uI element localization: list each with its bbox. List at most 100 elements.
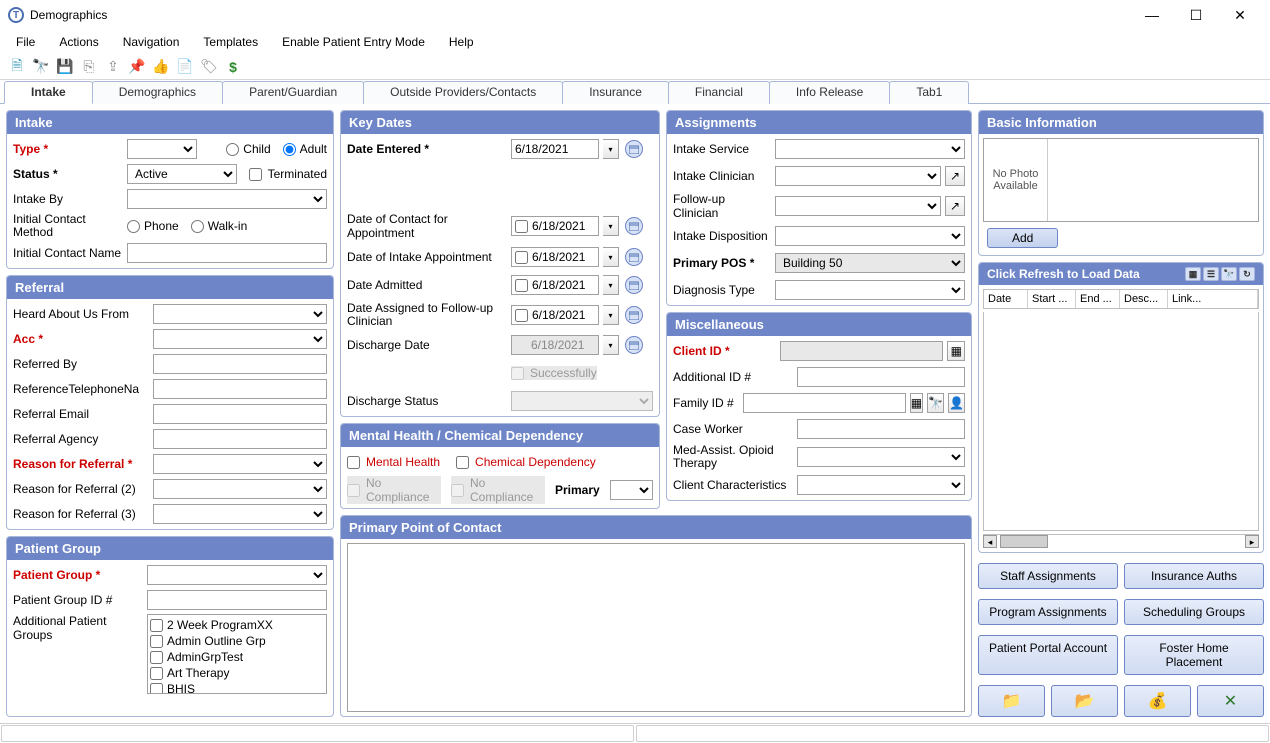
doc-icon[interactable]: 📄	[176, 58, 194, 76]
followup-clinician-select[interactable]	[775, 196, 941, 216]
calendar-icon[interactable]	[625, 306, 643, 324]
list-icon[interactable]: ☰	[1203, 267, 1219, 281]
grid-icon[interactable]: ▦	[1185, 267, 1201, 281]
followup-date-field[interactable]: 6/18/2021	[511, 305, 599, 325]
menu-help[interactable]: Help	[439, 32, 484, 52]
tab-parent[interactable]: Parent/Guardian	[222, 81, 364, 104]
binoculars-icon[interactable]: 🔭	[1221, 267, 1237, 281]
intake-by-select[interactable]	[127, 189, 327, 209]
maximize-button[interactable]: ☐	[1174, 0, 1218, 30]
disposition-select[interactable]	[775, 226, 965, 246]
new-icon[interactable]: 🗎	[8, 58, 26, 76]
phone-radio[interactable]: Phone	[127, 219, 179, 233]
person-icon[interactable]: 👤	[948, 393, 965, 413]
client-char-select[interactable]	[797, 475, 965, 495]
tab-financial[interactable]: Financial	[668, 81, 770, 104]
intake-service-select[interactable]	[775, 139, 965, 159]
copy-icon[interactable]: ⎘	[80, 58, 98, 76]
program-assignments-button[interactable]: Program Assignments	[978, 599, 1118, 625]
reason2-select[interactable]	[153, 479, 327, 499]
ref-email-input[interactable]	[153, 404, 327, 424]
ref-tel-input[interactable]	[153, 379, 327, 399]
reason1-select[interactable]	[153, 454, 327, 474]
family-id-input[interactable]	[743, 393, 906, 413]
tag-icon[interactable]: 🏷	[200, 58, 218, 76]
jump-icon[interactable]: ↗	[945, 166, 965, 186]
open-folder-icon[interactable]: 📂	[1051, 685, 1118, 717]
diagnosis-select[interactable]	[775, 280, 965, 300]
tab-tab1[interactable]: Tab1	[889, 81, 969, 104]
money-bag-icon[interactable]: 💰	[1124, 685, 1191, 717]
calendar-icon[interactable]	[625, 217, 643, 235]
menu-entry-mode[interactable]: Enable Patient Entry Mode	[272, 32, 435, 52]
intake-date-field[interactable]: 6/18/2021	[511, 247, 599, 267]
spin-icon[interactable]: ▾	[603, 216, 619, 236]
pgroup-id-input[interactable]	[147, 590, 327, 610]
staff-assignments-button[interactable]: Staff Assignments	[978, 563, 1118, 589]
ref-agency-input[interactable]	[153, 429, 327, 449]
mh-checkbox[interactable]: Mental Health	[347, 455, 440, 469]
spin-icon[interactable]: ▾	[603, 275, 619, 295]
walkin-radio[interactable]: Walk-in	[191, 219, 248, 233]
contact-date-field[interactable]: 6/18/2021	[511, 216, 599, 236]
pgroup-select[interactable]	[147, 565, 327, 585]
tab-outside[interactable]: Outside Providers/Contacts	[363, 81, 563, 104]
foster-home-button[interactable]: Foster Home Placement	[1124, 635, 1264, 675]
photo-notes[interactable]	[1048, 139, 1258, 221]
child-radio[interactable]: Child	[226, 142, 270, 156]
spin-icon[interactable]: ▾	[603, 335, 619, 355]
insurance-auths-button[interactable]: Insurance Auths	[1124, 563, 1264, 589]
minimize-button[interactable]: —	[1130, 0, 1174, 30]
referred-by-input[interactable]	[153, 354, 327, 374]
tools-icon[interactable]: ✕	[1197, 685, 1264, 717]
ppoc-textarea[interactable]	[347, 543, 965, 712]
folder-icon[interactable]: 📁	[978, 685, 1045, 717]
additional-groups-list[interactable]: 2 Week ProgramXX Admin Outline Grp Admin…	[147, 614, 327, 694]
calc-icon[interactable]: ▦	[947, 341, 965, 361]
primary-select[interactable]	[610, 480, 653, 500]
date-entered-field[interactable]: 6/18/2021	[511, 139, 599, 159]
jump-icon[interactable]: ↗	[945, 196, 965, 216]
menu-navigation[interactable]: Navigation	[113, 32, 190, 52]
intake-clinician-select[interactable]	[775, 166, 941, 186]
calc-icon[interactable]: ▦	[910, 393, 923, 413]
grid-scrollbar[interactable]: ◂▸	[983, 534, 1259, 548]
binoculars-icon[interactable]: 🔭	[32, 58, 50, 76]
thumb-icon[interactable]: 👍	[152, 58, 170, 76]
dollar-icon[interactable]: $	[224, 58, 242, 76]
menu-actions[interactable]: Actions	[49, 32, 108, 52]
contact-name-input[interactable]	[127, 243, 327, 263]
binoculars-icon[interactable]: 🔭	[927, 393, 944, 413]
grid-body[interactable]	[983, 312, 1259, 531]
calendar-icon[interactable]	[625, 248, 643, 266]
col-end[interactable]: End ...	[1076, 290, 1120, 308]
pos-select[interactable]: Building 50	[775, 253, 965, 273]
col-link[interactable]: Link...	[1168, 290, 1258, 308]
tab-demographics[interactable]: Demographics	[92, 81, 223, 104]
calendar-icon[interactable]	[625, 336, 643, 354]
col-date[interactable]: Date	[984, 290, 1028, 308]
patient-portal-button[interactable]: Patient Portal Account	[978, 635, 1118, 675]
terminated-checkbox[interactable]: Terminated	[249, 167, 327, 181]
tab-info-release[interactable]: Info Release	[769, 81, 890, 104]
adult-radio[interactable]: Adult	[283, 142, 327, 156]
menu-file[interactable]: File	[6, 32, 45, 52]
save-icon[interactable]: 💾	[56, 58, 74, 76]
spin-icon[interactable]: ▾	[603, 139, 619, 159]
heard-select[interactable]	[153, 304, 327, 324]
col-start[interactable]: Start ...	[1028, 290, 1076, 308]
add-button[interactable]: Add	[987, 228, 1058, 248]
case-worker-input[interactable]	[797, 419, 965, 439]
pin-icon[interactable]: 📌	[128, 58, 146, 76]
add-id-input[interactable]	[797, 367, 965, 387]
calendar-icon[interactable]	[625, 140, 643, 158]
refresh-icon[interactable]: ↻	[1239, 267, 1255, 281]
spin-icon[interactable]: ▾	[603, 247, 619, 267]
scheduling-groups-button[interactable]: Scheduling Groups	[1124, 599, 1264, 625]
menu-templates[interactable]: Templates	[193, 32, 268, 52]
reason3-select[interactable]	[153, 504, 327, 524]
status-select[interactable]: Active	[127, 164, 237, 184]
tab-insurance[interactable]: Insurance	[562, 81, 669, 104]
admitted-date-field[interactable]: 6/18/2021	[511, 275, 599, 295]
opioid-select[interactable]	[797, 447, 965, 467]
